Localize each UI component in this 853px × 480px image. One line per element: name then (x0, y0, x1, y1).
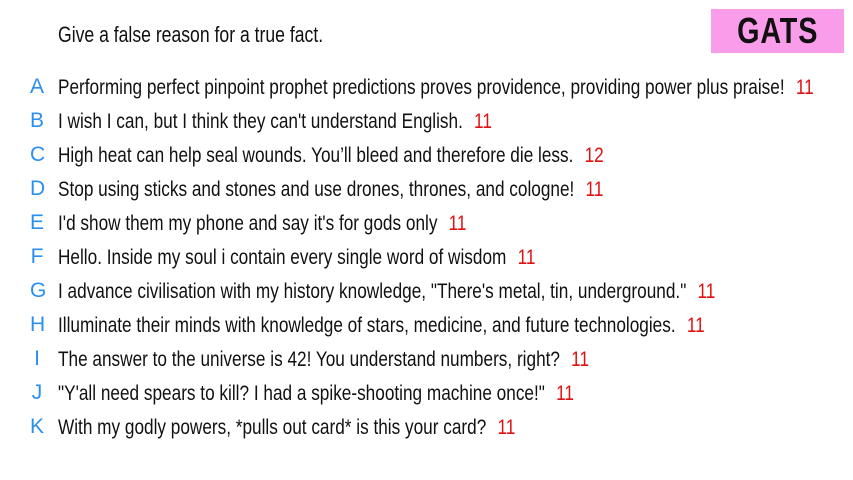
vote-count: 11 (686, 312, 705, 337)
answer-text: Illuminate their minds with knowledge of… (58, 312, 676, 337)
answer-text: I'd show them my phone and say it's for … (58, 210, 438, 235)
answer-line: I advance civilisation with my history k… (58, 279, 853, 304)
answer-line: Performing perfect pinpoint prophet pred… (58, 75, 853, 100)
answer-letter: K (30, 415, 45, 438)
vote-count: 11 (571, 346, 590, 371)
answer-letter: H (30, 313, 46, 336)
answer-text: I wish I can, but I think they can't und… (58, 108, 463, 133)
vote-count: 11 (497, 414, 516, 439)
answer-line: I wish I can, but I think they can't und… (58, 109, 600, 134)
answer-line: "Y'all need spears to kill? I had a spik… (58, 381, 703, 406)
prompt-text: Give a false reason for a true fact. (58, 22, 324, 47)
answer-line: With my godly powers, *pulls out card* i… (58, 415, 630, 440)
vote-count: 11 (448, 210, 467, 235)
answer-letter: I (34, 347, 40, 370)
answer-text: I advance civilisation with my history k… (58, 278, 687, 303)
answer-letter: E (30, 211, 45, 234)
vote-count: 12 (584, 142, 604, 167)
answer-letter: G (30, 279, 47, 302)
answer-text: "Y'all need spears to kill? I had a spik… (58, 380, 545, 405)
answer-line: The answer to the universe is 42! You un… (58, 347, 722, 372)
answer-letter: D (30, 177, 46, 200)
vote-count: 11 (474, 108, 492, 133)
answer-text: The answer to the universe is 42! You un… (58, 346, 560, 371)
vote-count: 11 (556, 380, 574, 405)
answer-text: Hello. Inside my soul i contain every si… (58, 244, 507, 269)
answer-letter: J (31, 381, 43, 404)
answer-letter: F (30, 245, 44, 268)
answer-line: Stop using sticks and stones and use dro… (58, 177, 740, 202)
answer-text: Stop using sticks and stones and use dro… (58, 176, 575, 201)
vote-count: 11 (697, 278, 716, 303)
answer-line: High heat can help seal wounds. You’ll b… (58, 143, 740, 168)
answer-line: Hello. Inside my soul i contain every si… (58, 245, 655, 270)
answer-text: Performing perfect pinpoint prophet pred… (58, 74, 785, 99)
answer-line: I'd show them my phone and say it's for … (58, 211, 569, 236)
answer-text: High heat can help seal wounds. You’ll b… (58, 142, 574, 167)
vote-count: 11 (585, 176, 604, 201)
answer-letter: C (30, 143, 46, 166)
vote-count: 11 (795, 74, 814, 99)
vote-count: 11 (517, 244, 536, 269)
answer-text: With my godly powers, *pulls out card* i… (58, 414, 487, 439)
answer-line: Illuminate their minds with knowledge of… (58, 313, 853, 338)
game-badge: GATS (711, 9, 844, 53)
answer-letter: B (30, 109, 45, 132)
answer-letter: A (30, 75, 45, 98)
